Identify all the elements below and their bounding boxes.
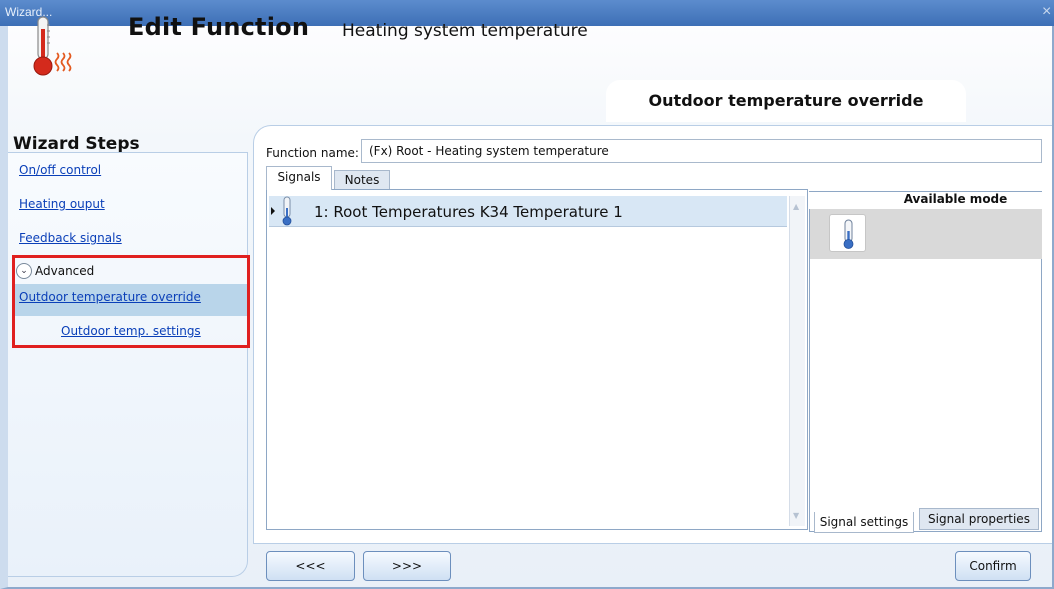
signals-scrollbar[interactable]: ▲ ▼: [789, 196, 805, 526]
mode-thermometer-button[interactable]: [829, 214, 866, 252]
tab-signal-properties[interactable]: Signal properties: [919, 508, 1039, 530]
signal-label: 1: Root Temperatures K34 Temperature 1: [314, 203, 623, 221]
wizard-steps-title: Wizard Steps: [13, 134, 140, 154]
highlight-annotation-box: [12, 255, 250, 348]
next-button[interactable]: >>>: [363, 551, 451, 581]
scroll-up-icon[interactable]: ▲: [793, 202, 799, 211]
signals-list[interactable]: [266, 189, 808, 530]
thermometer-icon: [843, 219, 854, 249]
confirm-button[interactable]: Confirm: [955, 551, 1031, 581]
available-mode-header: Available mode: [809, 192, 1042, 209]
tab-notes[interactable]: Notes: [334, 170, 390, 190]
page-subtitle: Heating system temperature: [342, 21, 588, 41]
page-title: Edit Function: [128, 13, 310, 41]
step-on-off-control[interactable]: On/off control: [19, 163, 101, 177]
function-name-field[interactable]: (Fx) Root - Heating system temperature: [361, 139, 1042, 163]
previous-button[interactable]: <<<: [266, 551, 355, 581]
row-pointer-icon: [271, 207, 275, 215]
thermometer-heat-icon: [33, 16, 72, 76]
current-step-heading: Outdoor temperature override: [606, 80, 966, 122]
close-icon[interactable]: ×: [1042, 0, 1054, 24]
tab-signal-settings[interactable]: Signal settings: [814, 512, 914, 533]
scroll-down-icon[interactable]: ▼: [793, 511, 799, 520]
step-heating-output[interactable]: Heating ouput: [19, 197, 105, 211]
function-name-label: Function name:: [266, 146, 359, 160]
wizard-steps-panel: [8, 152, 248, 577]
thermometer-icon: [282, 196, 292, 226]
step-feedback-signals[interactable]: Feedback signals: [19, 231, 122, 245]
tab-signals[interactable]: Signals: [266, 166, 332, 190]
